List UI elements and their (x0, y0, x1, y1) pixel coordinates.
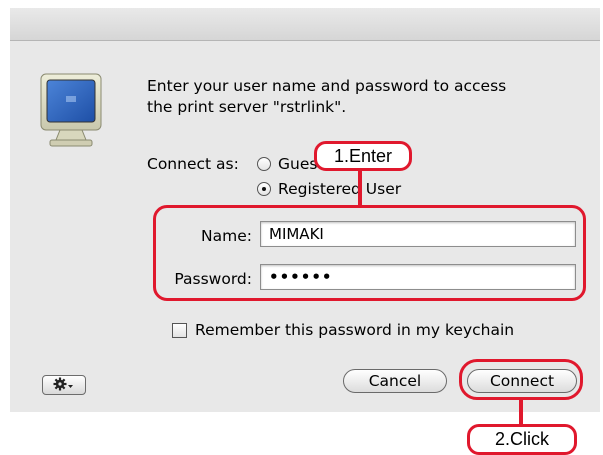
annotation-step2-label: 2.Click (467, 424, 577, 455)
annotation-fields-highlight (153, 205, 586, 301)
monitor-icon (40, 72, 102, 150)
remember-password-label: Remember this password in my keychain (195, 321, 515, 339)
radio-registered-user[interactable]: Registered User (257, 180, 401, 198)
remember-password-row[interactable]: Remember this password in my keychain (172, 321, 514, 339)
cancel-button[interactable]: Cancel (343, 369, 447, 393)
radio-registered-label: Registered User (278, 180, 402, 198)
screenshot-canvas: Enter your user name and password to acc… (0, 0, 603, 455)
connect-as-label: Connect as: (147, 155, 239, 173)
annotation-step1-label: 1.Enter (314, 141, 412, 171)
radio-registered-button[interactable] (257, 182, 271, 196)
radio-guest-button[interactable] (257, 157, 271, 171)
action-menu-button[interactable] (42, 375, 86, 395)
dialog-titlebar (10, 8, 600, 41)
remember-password-checkbox[interactable] (172, 322, 187, 338)
annotation-step2-connector (519, 399, 523, 426)
gear-icon (53, 376, 75, 395)
annotation-step1-connector (358, 166, 362, 206)
annotation-connect-highlight (459, 359, 583, 400)
prompt-text: Enter your user name and password to acc… (147, 77, 507, 116)
